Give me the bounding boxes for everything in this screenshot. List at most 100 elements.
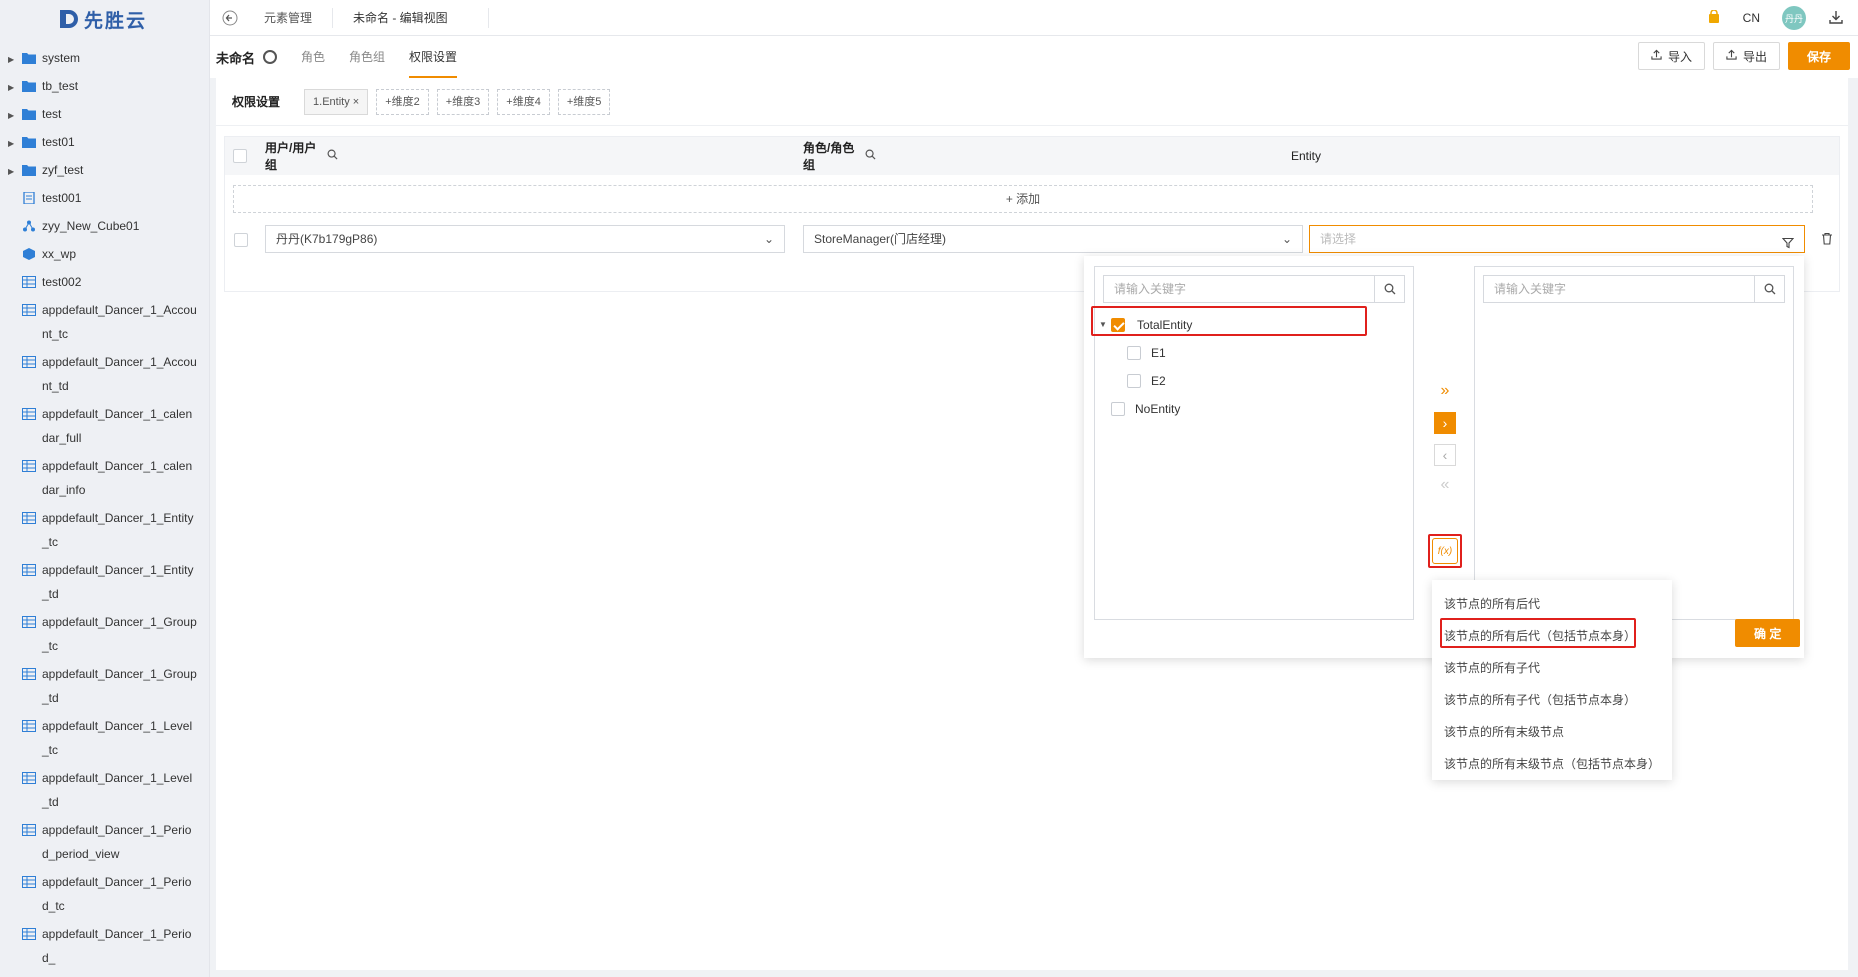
expand-caret-icon[interactable]: ▶: [8, 162, 22, 180]
sidebar-item[interactable]: appdefault_Dancer_1_Entity_td: [0, 556, 209, 608]
row-checkbox[interactable]: [234, 233, 248, 247]
sidebar-item[interactable]: appdefault_Dancer_1_Group_tc: [0, 608, 209, 660]
search-user-icon[interactable]: [327, 149, 803, 163]
sidebar-item[interactable]: appdefault_Dancer_1_Account_tc: [0, 296, 209, 348]
delete-row-icon[interactable]: [1821, 232, 1833, 248]
node-checkbox-e2[interactable]: [1127, 374, 1141, 388]
tab-role[interactable]: 角色: [301, 36, 325, 78]
sidebar-item[interactable]: appdefault_Dancer_1_Account_td: [0, 348, 209, 400]
select-all-checkbox[interactable]: [233, 149, 247, 163]
sidebar-item[interactable]: ▶ test01: [0, 128, 209, 156]
tree-node-e2[interactable]: E2: [1127, 369, 1166, 393]
table-icon: [22, 354, 42, 368]
add-dimension-3[interactable]: +维度3: [436, 88, 490, 115]
table-header: 用户/用户组 角色/角色组 Entity: [225, 137, 1839, 175]
sidebar-item[interactable]: appdefault_Dancer_1_calendar_info: [0, 452, 209, 504]
settings-gear-icon[interactable]: [263, 50, 278, 64]
sidebar-item-label: appdefault_Dancer_1_Group_tc: [42, 615, 197, 653]
sidebar-item[interactable]: ▶ test: [0, 100, 209, 128]
move-all-right-icon[interactable]: »: [1434, 380, 1456, 402]
header-actions: 导入 导出 保存: [1637, 42, 1850, 70]
folder-icon: [22, 78, 42, 92]
sidebar-item[interactable]: appdefault_Dancer_1_Period_period_view: [0, 816, 209, 868]
sidebar-item[interactable]: appdefault_Dancer_1_Group_td: [0, 660, 209, 712]
search-icon[interactable]: [1374, 276, 1404, 302]
back-arrow-icon[interactable]: [216, 4, 244, 32]
menu-item-all-leaves-inclusive[interactable]: 该节点的所有末级节点（包括节点本身）: [1432, 748, 1672, 780]
add-row-button[interactable]: + 添加: [233, 185, 1813, 213]
selected-members-pane: 请输入关键字: [1474, 266, 1794, 620]
search-icon[interactable]: [1754, 276, 1784, 302]
object-tree: ▶ system ▶ tb_test ▶ test ▶ test01 ▶ zyf_test test…: [0, 38, 209, 972]
expand-caret-icon[interactable]: ▶: [8, 106, 22, 124]
brand-logo: 先胜云: [0, 0, 209, 38]
expand-caret-icon[interactable]: ▶: [8, 50, 22, 68]
sidebar-item-label: appdefault_Dancer_1_Period_period_view: [42, 823, 192, 861]
language-switch[interactable]: CN: [1743, 11, 1760, 25]
save-button[interactable]: 保存: [1787, 42, 1850, 70]
highlight-totalentity: [1091, 306, 1367, 336]
table-icon: [22, 562, 42, 576]
sidebar-item-label: test: [42, 107, 62, 121]
export-button[interactable]: 导出: [1712, 42, 1780, 70]
chevron-down-icon: ⌄: [763, 232, 774, 246]
entity-select[interactable]: 请选择: [1309, 225, 1805, 253]
right-search-field[interactable]: 请输入关键字: [1483, 275, 1785, 303]
sidebar-item-label: xx_wp: [42, 247, 77, 261]
tree-node-noentity[interactable]: NoEntity: [1111, 397, 1180, 421]
tab-permission-settings[interactable]: 权限设置: [409, 36, 458, 78]
sidebar-item[interactable]: ▶ tb_test: [0, 72, 209, 100]
dimension-chip-entity[interactable]: 1.Entity ×: [304, 88, 369, 115]
sidebar-item[interactable]: zyy_New_Cube01: [0, 212, 209, 240]
expand-caret-icon[interactable]: ▶: [8, 134, 22, 152]
sidebar-item-label: zyy_New_Cube01: [42, 219, 140, 233]
export-icon: [1726, 49, 1737, 63]
move-right-button[interactable]: ›: [1434, 412, 1456, 434]
node-checkbox-e1[interactable]: [1127, 346, 1141, 360]
role-select[interactable]: StoreManager(门店经理) ⌄: [803, 225, 1303, 253]
export-label: 导出: [1742, 49, 1767, 64]
sidebar-item-label: test01: [42, 135, 75, 149]
tree-node-e1[interactable]: E1: [1127, 341, 1166, 365]
sidebar-item-label: system: [42, 51, 81, 65]
sidebar-item[interactable]: appdefault_Dancer_1_Level_tc: [0, 712, 209, 764]
menu-item-all-descendants[interactable]: 该节点的所有后代: [1432, 588, 1672, 620]
expand-caret-icon[interactable]: ▶: [8, 78, 22, 96]
user-avatar[interactable]: 丹丹: [1782, 6, 1806, 30]
import-button[interactable]: 导入: [1637, 42, 1705, 70]
sidebar-item[interactable]: ▶ system: [0, 44, 209, 72]
user-select[interactable]: 丹丹(K7b179gP86) ⌄: [265, 225, 785, 253]
left-search-field[interactable]: 请输入关键字: [1103, 275, 1405, 303]
tab-edit-view[interactable]: 未命名 - 编辑视图: [333, 7, 489, 28]
notification-icon[interactable]: [1707, 8, 1721, 27]
add-dimension-2[interactable]: +维度2: [376, 88, 429, 115]
sidebar-item[interactable]: xx_wp: [0, 240, 209, 268]
sidebar-item[interactable]: appdefault_Dancer_1_Level_td: [0, 764, 209, 816]
confirm-button[interactable]: 确 定: [1735, 619, 1801, 647]
menu-item-all-children[interactable]: 该节点的所有子代: [1432, 652, 1672, 684]
menu-item-all-children-inclusive[interactable]: 该节点的所有子代（包括节点本身）: [1432, 684, 1672, 716]
move-left-button[interactable]: ‹: [1434, 444, 1456, 466]
sidebar-item[interactable]: test002: [0, 268, 209, 296]
add-dimension-5[interactable]: +维度5: [557, 88, 611, 115]
sidebar-item-label: test001: [42, 191, 82, 205]
search-role-icon[interactable]: [865, 149, 1291, 163]
tab-element-management[interactable]: 元素管理: [244, 7, 334, 28]
tab-role-group[interactable]: 角色组: [349, 36, 385, 78]
node-checkbox-noentity[interactable]: [1111, 402, 1125, 416]
top-right-tools: CN 丹丹: [1707, 0, 1844, 36]
sidebar-item[interactable]: appdefault_Dancer_1_Entity_tc: [0, 504, 209, 556]
filter-icon[interactable]: [1781, 232, 1795, 258]
entity-select-placeholder: 请选择: [1320, 232, 1357, 246]
table-icon: [22, 406, 42, 420]
table-icon: [22, 874, 42, 888]
menu-item-all-leaves[interactable]: 该节点的所有末级节点: [1432, 716, 1672, 748]
sidebar-item[interactable]: appdefault_Dancer_1_Period_: [0, 920, 209, 972]
move-all-left-icon[interactable]: «: [1434, 474, 1456, 496]
download-icon[interactable]: [1828, 9, 1844, 28]
sidebar-item[interactable]: appdefault_Dancer_1_Period_tc: [0, 868, 209, 920]
sidebar-item[interactable]: appdefault_Dancer_1_calendar_full: [0, 400, 209, 452]
add-dimension-4[interactable]: +维度4: [497, 88, 550, 115]
sidebar-item[interactable]: ▶ zyf_test: [0, 156, 209, 184]
sidebar-item[interactable]: test001: [0, 184, 209, 212]
